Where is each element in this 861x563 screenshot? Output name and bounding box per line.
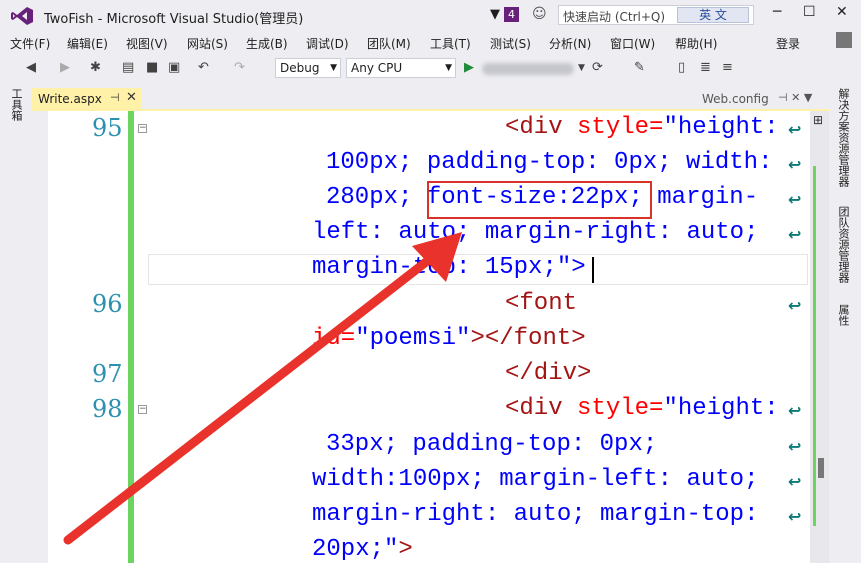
quick-launch-input[interactable]: 快速启动 (Ctrl+Q) 英 文 [558, 5, 754, 25]
menu-bar: 文件(F) 编辑(E) 视图(V) 网站(S) 生成(B) 调试(D) 团队(M… [0, 32, 861, 54]
menu-analyze[interactable]: 分析(N) [549, 35, 591, 52]
save-all-icon[interactable]: ▣ [168, 60, 180, 75]
code-line: 100px; padding-top: 0px; width: [326, 149, 773, 176]
configuration-select[interactable]: Debug ▼ [275, 58, 341, 78]
feedback-icon[interactable]: ☺ [532, 6, 547, 22]
pin-icon[interactable]: ⊣ [778, 91, 788, 104]
platform-value: Any CPU [351, 61, 403, 75]
word-wrap-icon: ↩ [788, 507, 802, 526]
team-explorer-tab[interactable]: 团队资源管理器 [835, 206, 851, 283]
split-editor-icon[interactable]: ⊞ [813, 113, 823, 127]
undo-icon[interactable]: ↶ [198, 60, 209, 75]
save-icon[interactable]: ■ [146, 60, 158, 75]
chevron-down-icon[interactable]: ▼ [578, 63, 585, 73]
word-wrap-icon: ↩ [788, 190, 802, 209]
menu-window[interactable]: 窗口(W) [610, 35, 655, 52]
menu-website[interactable]: 网站(S) [187, 35, 228, 52]
window-title: TwoFish - Microsoft Visual Studio(管理员) [44, 12, 304, 27]
chevron-down-icon[interactable]: ▼ [804, 91, 812, 104]
indent-icon[interactable]: ≣ [700, 60, 711, 75]
annotation-highlight-box [427, 181, 652, 219]
toolbar: ◀ ▶ ✱ ▤ ■ ▣ ↶ ↷ Debug ▼ Any CPU ▼ ▶ ▼ ⟳ ✎ … [0, 55, 861, 81]
notification-badge[interactable]: 4 [504, 7, 519, 22]
forward-icon[interactable]: ▶ [60, 60, 70, 75]
open-file-icon[interactable]: ▤ [122, 60, 134, 75]
ime-indicator: 英 文 [677, 7, 749, 23]
word-wrap-icon: ↩ [788, 472, 802, 491]
start-debug-icon[interactable]: ▶ [464, 60, 474, 75]
browser-link-icon[interactable]: ✎ [634, 60, 645, 75]
code-line: <div style="height: [505, 114, 779, 141]
scrollbar-change-marker [813, 166, 816, 526]
avatar[interactable] [836, 32, 852, 48]
close-icon[interactable]: ✕ [791, 91, 800, 104]
solution-explorer-tab[interactable]: 解决方案资源管理器 [835, 88, 851, 187]
blurred-target[interactable] [482, 63, 574, 75]
menu-debug[interactable]: 调试(D) [306, 35, 349, 52]
annotation-arrow-icon [63, 232, 462, 545]
tab-write-aspx[interactable]: Write.aspx ⊣ ✕ [32, 88, 142, 110]
document-icon[interactable]: ▯ [678, 60, 685, 75]
toolbox-tab[interactable]: 工具箱 [8, 88, 24, 121]
close-icon[interactable]: ✕ [126, 90, 137, 105]
platform-select[interactable]: Any CPU ▼ [346, 58, 456, 78]
tab-strip-controls[interactable]: ⊣ ✕ ▼ [778, 91, 812, 104]
word-wrap-icon: ↩ [788, 120, 802, 139]
maximize-button[interactable]: ☐ [803, 4, 816, 20]
visual-studio-logo-icon [11, 7, 33, 25]
text-caret [592, 257, 594, 283]
menu-view[interactable]: 视图(V) [126, 35, 168, 52]
editor-margin [32, 111, 48, 563]
tab-label: Write.aspx [38, 92, 102, 106]
word-wrap-icon: ↩ [788, 225, 802, 244]
menu-test[interactable]: 测试(S) [490, 35, 531, 52]
chevron-down-icon: ▼ [445, 63, 452, 73]
word-wrap-icon: ↩ [788, 155, 802, 174]
menu-build[interactable]: 生成(B) [246, 35, 288, 52]
login-link[interactable]: 登录 [776, 35, 800, 52]
scrollbar-thumb[interactable] [818, 458, 824, 478]
line-number: 95 [92, 114, 123, 142]
left-rail [0, 86, 30, 563]
close-button[interactable]: ✕ [836, 4, 848, 20]
notification-flag-icon[interactable]: ▼ [490, 7, 500, 22]
menu-file[interactable]: 文件(F) [10, 35, 50, 52]
minimize-button[interactable]: ─ [773, 4, 781, 20]
pin-icon[interactable]: ⊣ [110, 91, 120, 104]
properties-tab[interactable]: 属性 [835, 304, 851, 326]
chevron-down-icon: ▼ [330, 63, 337, 73]
word-wrap-icon: ↩ [788, 296, 802, 315]
quick-launch-placeholder: 快速启动 (Ctrl+Q) [563, 10, 666, 24]
collapse-toggle[interactable]: − [138, 124, 147, 133]
outdent-icon[interactable]: ≡ [722, 60, 733, 75]
redo-icon[interactable]: ↷ [234, 60, 245, 75]
code-line: </div> [505, 360, 592, 387]
new-project-icon[interactable]: ✱ [90, 60, 101, 75]
code-line: <div style="height: [505, 395, 779, 422]
menu-team[interactable]: 团队(M) [367, 35, 411, 52]
menu-edit[interactable]: 编辑(E) [67, 35, 108, 52]
code-line: <font [505, 290, 578, 317]
configuration-value: Debug [280, 61, 320, 75]
tab-web-config[interactable]: Web.config [702, 92, 769, 106]
menu-help[interactable]: 帮助(H) [675, 35, 717, 52]
menu-tools[interactable]: 工具(T) [430, 35, 471, 52]
word-wrap-icon: ↩ [788, 401, 802, 420]
refresh-icon[interactable]: ⟳ [592, 60, 603, 75]
word-wrap-icon: ↩ [788, 437, 802, 456]
back-icon[interactable]: ◀ [26, 60, 36, 75]
